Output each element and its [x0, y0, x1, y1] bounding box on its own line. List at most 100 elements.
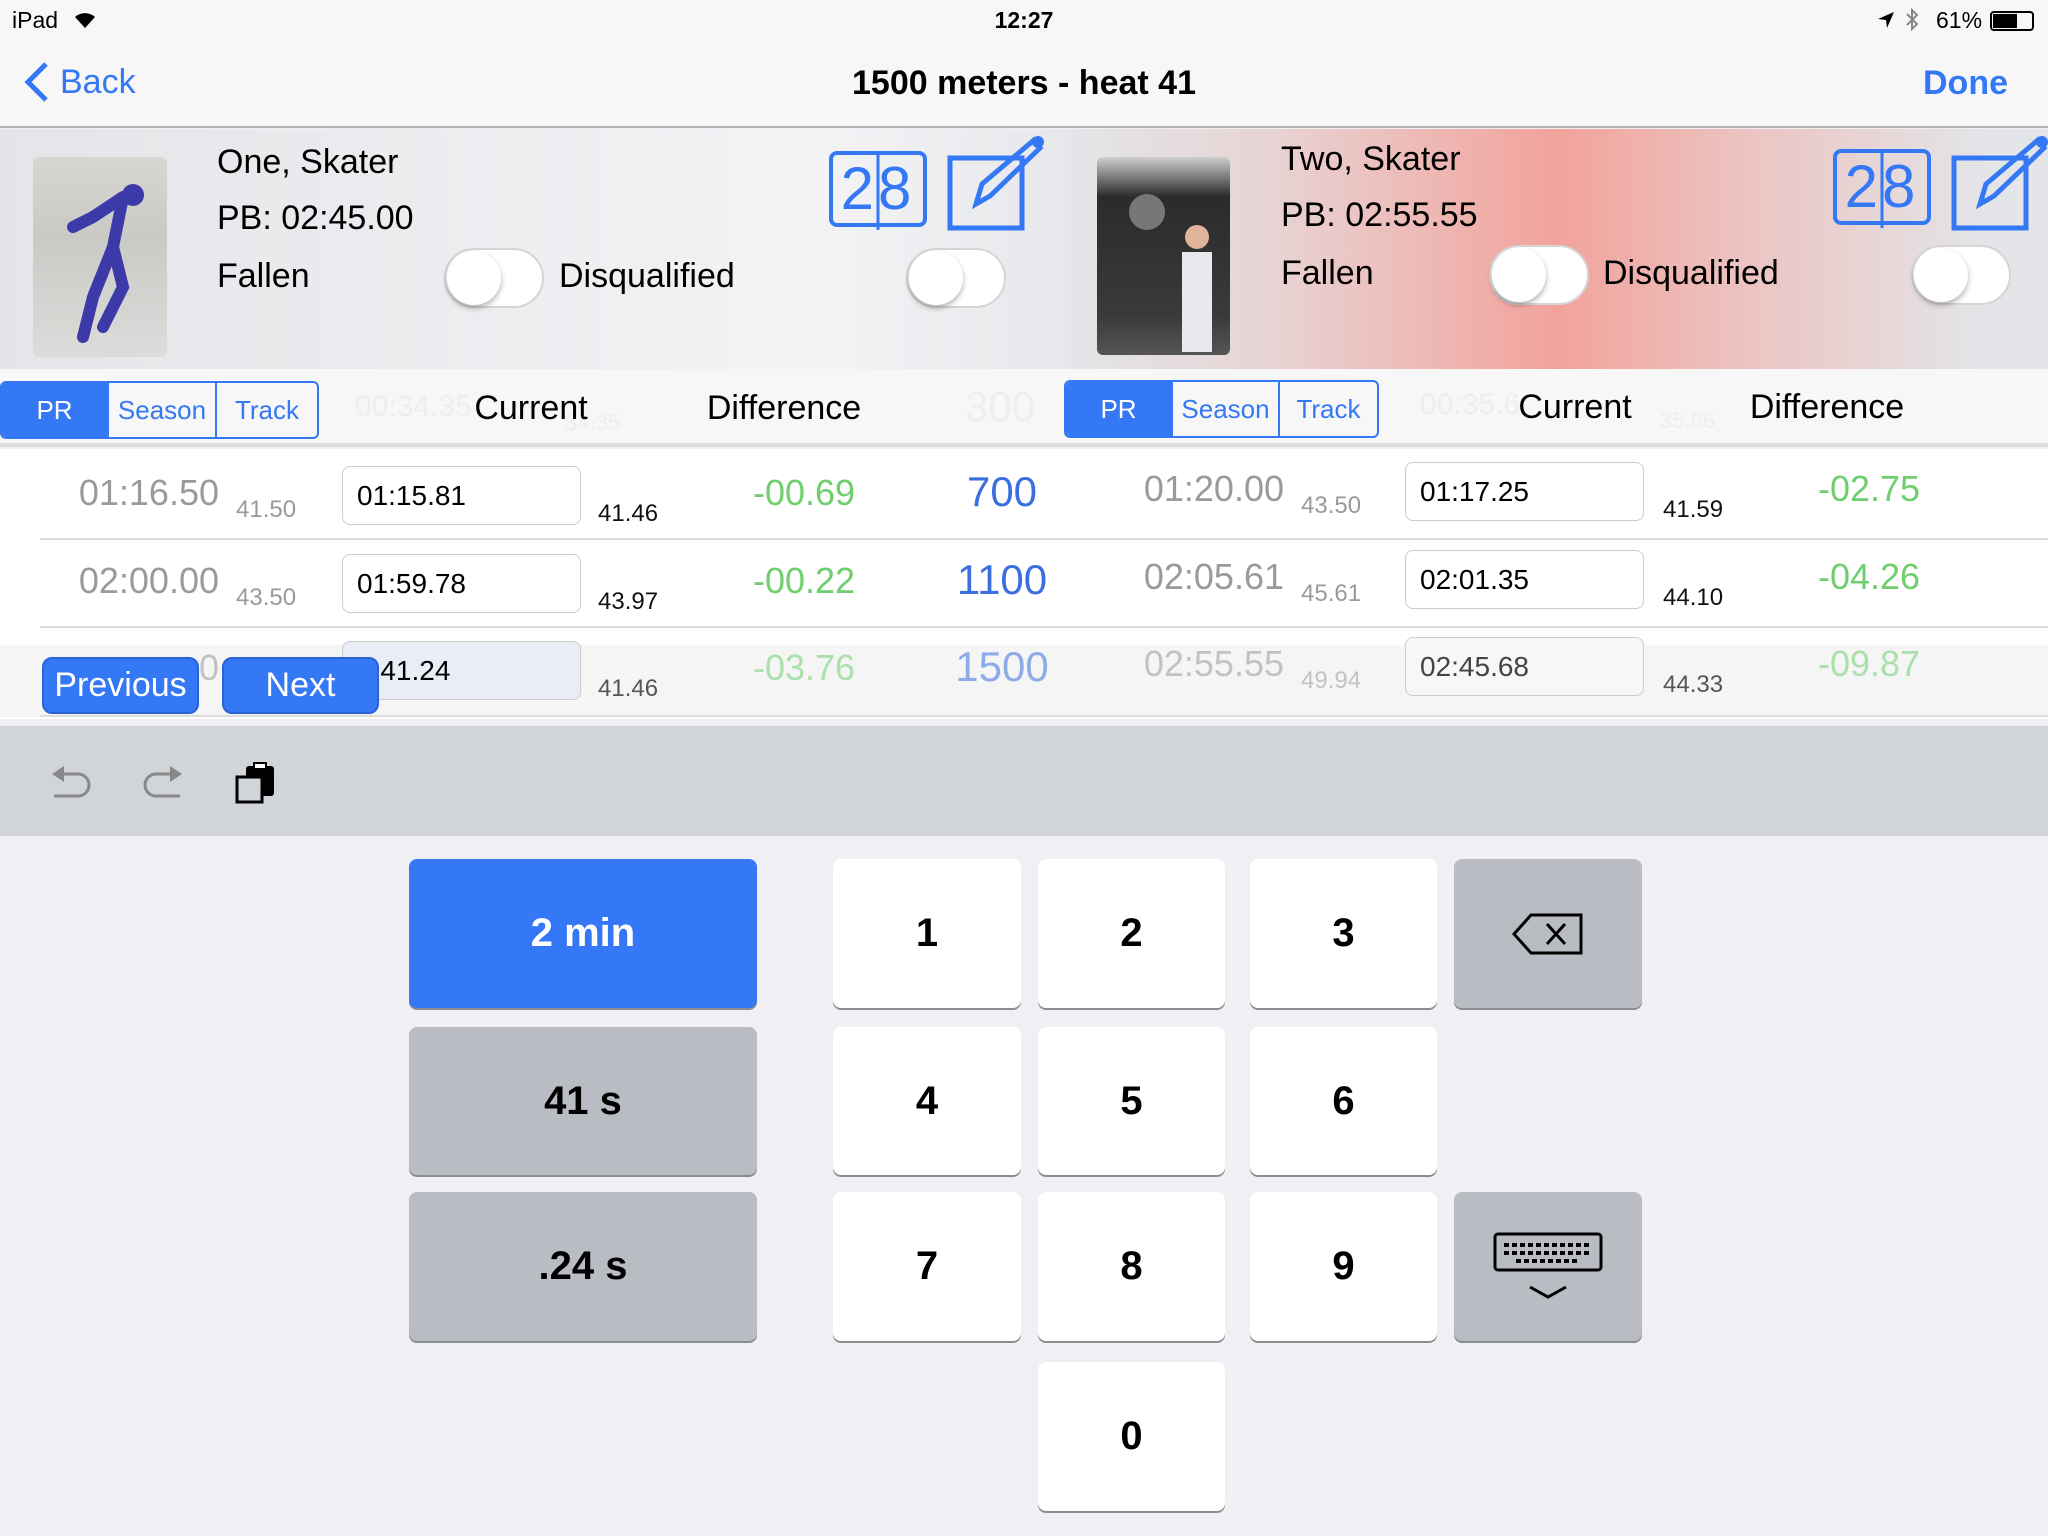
reference-lap-time: 41.50 — [236, 496, 297, 523]
keyboard-hide-icon — [1493, 1232, 1603, 1299]
skater-two-disqualified-toggle[interactable] — [1911, 245, 2011, 305]
segment-season[interactable]: Season — [1171, 382, 1278, 436]
backspace-key[interactable] — [1454, 859, 1642, 1008]
difference-value: -02.75 — [1817, 468, 1921, 509]
skater-one-edit-icon[interactable] — [946, 134, 1046, 234]
calendar-number: 28 — [840, 155, 916, 222]
reference-lap-time: 43.50 — [236, 584, 297, 611]
reference-time: 02:00.00 — [78, 560, 219, 601]
difference-value: -03.76 — [752, 647, 856, 688]
skater-two-edit-icon[interactable] — [1950, 134, 2048, 234]
lap-time: 41.59 — [1663, 496, 1724, 523]
key-2[interactable]: 2 — [1038, 859, 1225, 1008]
skater-two-name: Two, Skater — [1281, 140, 1461, 178]
key-3[interactable]: 3 — [1250, 859, 1437, 1008]
ghost-lap: 35.66 — [1660, 408, 1716, 433]
current-time-input[interactable]: 02:45.68 — [1405, 637, 1644, 696]
keyboard-shortcut-bar — [0, 726, 2048, 836]
segment-pr[interactable]: PR — [1066, 382, 1171, 436]
lap-time: 44.33 — [1663, 671, 1724, 698]
dismiss-keyboard-key[interactable] — [1454, 1192, 1642, 1341]
current-time-input[interactable]: 01:15.81 — [342, 466, 581, 525]
key-9[interactable]: 9 — [1250, 1192, 1437, 1341]
undo-icon[interactable] — [48, 762, 94, 804]
skater-one-calendar-button[interactable]: 28 — [828, 150, 928, 236]
current-column-header: Current — [474, 389, 588, 427]
current-time-input[interactable]: 01:17.25 — [1405, 462, 1644, 521]
skater-one-fallen-toggle[interactable] — [444, 248, 544, 308]
skater-one-disqualified-label: Disqualified — [559, 257, 735, 295]
next-button[interactable]: Next — [222, 657, 379, 714]
bluetooth-icon — [1906, 7, 1919, 32]
suggestion-hundredths-key[interactable]: .24 s — [409, 1192, 757, 1341]
key-6[interactable]: 6 — [1250, 1027, 1437, 1175]
key-0[interactable]: 0 — [1038, 1362, 1225, 1511]
difference-column-header: Difference — [1749, 388, 1905, 426]
backspace-icon — [1511, 913, 1583, 954]
clock: 12:27 — [994, 7, 1054, 33]
ghost-distance: 300 — [965, 383, 1036, 430]
difference-value: -00.69 — [752, 472, 856, 513]
skater-two-pb: PB: 02:55.55 — [1281, 196, 1478, 234]
difference-value: -09.87 — [1817, 643, 1921, 684]
segment-track[interactable]: Track — [215, 383, 317, 437]
lap-time: 43.97 — [598, 588, 659, 615]
lap-time: 41.46 — [598, 675, 659, 702]
distance-label: 700 — [966, 468, 1038, 515]
page-title: 1500 meters - heat 41 — [852, 64, 1196, 102]
reference-lap-time: 43.50 — [1301, 492, 1362, 519]
skater-two-disqualified-label: Disqualified — [1603, 254, 1779, 292]
key-1[interactable]: 1 — [833, 859, 1021, 1008]
current-column-header: Current — [1518, 388, 1632, 426]
segment-track[interactable]: Track — [1278, 382, 1377, 436]
reference-lap-time: 45.61 — [1301, 580, 1362, 607]
skater-one-name: One, Skater — [217, 143, 399, 181]
reference-time: 01:20.00 — [1143, 468, 1284, 509]
key-5[interactable]: 5 — [1038, 1027, 1225, 1175]
reference-lap-time: 49.94 — [1301, 667, 1362, 694]
row-divider — [40, 626, 2048, 628]
battery-icon — [1990, 11, 2034, 31]
segment-season[interactable]: Season — [107, 383, 215, 437]
key-4[interactable]: 4 — [833, 1027, 1021, 1175]
current-time-input[interactable]: 02:01.35 — [1405, 550, 1644, 609]
current-time-input[interactable]: 01:59.78 — [342, 554, 581, 613]
distance-label: 1500 — [955, 643, 1049, 690]
skater-two-photo — [1097, 157, 1230, 355]
skater-two-fallen-label: Fallen — [1281, 254, 1374, 292]
lap-time: 41.46 — [598, 500, 659, 527]
row-divider — [40, 715, 2048, 717]
reference-time: 01:16.50 — [78, 472, 219, 513]
skater-two-fallen-toggle[interactable] — [1489, 245, 1589, 305]
lap-time: 44.10 — [1663, 584, 1724, 611]
difference-value: -00.22 — [752, 560, 856, 601]
reference-time: 02:55.55 — [1143, 643, 1284, 684]
distance-label: 1100 — [956, 556, 1048, 603]
difference-column-header: Difference — [706, 389, 862, 427]
ghost-ref: 00:35.6 — [1420, 388, 1521, 421]
navigation-bar: Back 1500 meters - heat 41 Done — [0, 40, 2048, 128]
skater-two-calendar-button[interactable]: 28 — [1832, 148, 1932, 234]
previous-button[interactable]: Previous — [42, 657, 199, 714]
calendar-number: 28 — [1844, 153, 1920, 220]
paste-icon[interactable] — [234, 762, 278, 806]
skater-two-reference-segmented-control[interactable]: PR Season Track — [1064, 380, 1379, 438]
battery-percent: 61% — [1936, 7, 1983, 33]
key-7[interactable]: 7 — [833, 1192, 1021, 1341]
difference-value: -04.26 — [1817, 556, 1921, 597]
skater-one-reference-segmented-control[interactable]: PR Season Track — [0, 381, 319, 439]
skater-one-photo — [33, 157, 167, 357]
skater-one-disqualified-toggle[interactable] — [906, 248, 1006, 308]
key-8[interactable]: 8 — [1038, 1192, 1225, 1341]
row-divider — [40, 538, 2048, 540]
location-icon — [1878, 12, 1894, 28]
skater-one-fallen-label: Fallen — [217, 257, 310, 295]
suggestion-minutes-key[interactable]: 2 min — [409, 859, 757, 1008]
reference-time: 02:05.61 — [1143, 556, 1284, 597]
skater-one-pb: PB: 02:45.00 — [217, 199, 414, 237]
redo-icon[interactable] — [140, 762, 186, 804]
done-button[interactable]: Done — [1923, 64, 2008, 103]
ghost-ref: 00:34.35 — [355, 390, 472, 423]
suggestion-seconds-key[interactable]: 41 s — [409, 1027, 757, 1175]
segment-pr[interactable]: PR — [2, 383, 107, 437]
